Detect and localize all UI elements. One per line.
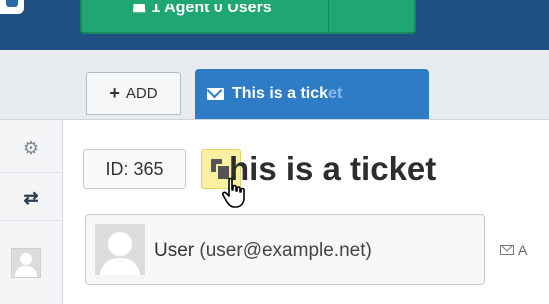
tab-ticket-label: This is a ticket xyxy=(232,85,342,103)
plus-icon: + xyxy=(109,83,120,103)
top-header: ☗ 1 Agent 0 Users xyxy=(0,0,549,50)
status-divider xyxy=(328,0,329,32)
tab-ticket[interactable]: This is a ticket xyxy=(195,69,429,119)
tab-ticket-label-overflow: et xyxy=(328,85,343,102)
customer-name: User xyxy=(154,240,195,261)
mail-link[interactable]: A xyxy=(500,242,527,258)
hand-cursor-icon xyxy=(221,177,245,208)
ticket-id-badge[interactable]: ID: 365 xyxy=(83,149,186,189)
sidebar-customer-avatar[interactable] xyxy=(11,248,41,278)
sidebar-divider xyxy=(0,172,62,173)
status-label: 1 Agent 0 Users xyxy=(151,4,272,16)
gear-icon: ⚙ xyxy=(22,137,40,158)
mail-link-label: A xyxy=(518,242,528,258)
customer-card[interactable]: User (user@example.net) xyxy=(85,214,485,285)
ticket-title[interactable]: his is a ticket xyxy=(229,147,436,191)
avatar-head xyxy=(108,232,132,256)
envelope-icon xyxy=(207,88,224,100)
sidebar-divider xyxy=(0,220,62,221)
user-icon: ☗ xyxy=(132,4,147,16)
add-tab-label: ADD xyxy=(125,85,158,102)
ticket-sidebar: ⚙ ⇄ xyxy=(0,120,63,304)
tab-bar: + ADD This is a ticket xyxy=(0,50,549,120)
online-status-text: ☗ 1 Agent 0 Users xyxy=(132,4,272,18)
envelope-outline-icon xyxy=(500,245,514,255)
customer-label: User (user@example.net) xyxy=(154,215,372,286)
customer-avatar xyxy=(95,224,145,275)
app-logo[interactable] xyxy=(0,0,24,14)
tab-ticket-label-text: This is a tick xyxy=(232,85,329,102)
add-tab-button[interactable]: + ADD xyxy=(86,72,181,115)
avatar-body xyxy=(15,266,37,277)
app-root: ☗ 1 Agent 0 Users + ADD This is a ticket … xyxy=(0,0,549,304)
avatar-head xyxy=(20,253,32,265)
history-button[interactable]: ⇄ xyxy=(0,180,62,216)
customer-email: (user@example.net) xyxy=(199,240,372,261)
settings-button[interactable]: ⚙ xyxy=(0,130,62,166)
avatar-body xyxy=(100,258,140,275)
logo-mark xyxy=(6,0,18,7)
retweet-icon: ⇄ xyxy=(23,187,39,208)
